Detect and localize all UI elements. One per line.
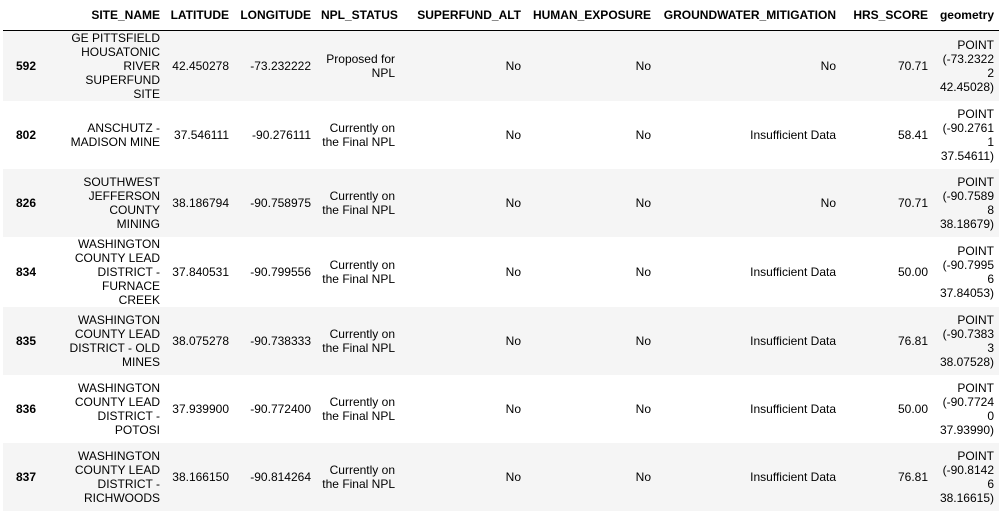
cell-npl-status: Currently on the Final NPL bbox=[316, 169, 400, 237]
header-index bbox=[3, 0, 63, 31]
cell-site-name: ANSCHUTZ - MADISON MINE bbox=[63, 101, 165, 169]
cell-site-name: WASHINGTON COUNTY LEAD DISTRICT - RICHWO… bbox=[63, 443, 165, 511]
cell-site-name: SOUTHWEST JEFFERSON COUNTY MINING bbox=[63, 169, 165, 237]
row-index: 835 bbox=[3, 307, 63, 375]
table-row: 836 WASHINGTON COUNTY LEAD DISTRICT - PO… bbox=[3, 375, 999, 443]
cell-npl-status: Currently on the Final NPL bbox=[316, 443, 400, 511]
table-row: 835 WASHINGTON COUNTY LEAD DISTRICT - OL… bbox=[3, 307, 999, 375]
cell-hrs-score: 76.81 bbox=[841, 307, 933, 375]
cell-superfund-alt: No bbox=[400, 307, 526, 375]
cell-longitude: -90.276111 bbox=[234, 101, 316, 169]
cell-longitude: -90.738333 bbox=[234, 307, 316, 375]
row-index: 802 bbox=[3, 101, 63, 169]
row-index: 826 bbox=[3, 169, 63, 237]
header-human-exposure: HUMAN_EXPOSURE bbox=[526, 0, 656, 31]
cell-longitude: -90.758975 bbox=[234, 169, 316, 237]
cell-longitude: -90.799556 bbox=[234, 237, 316, 307]
table-body: 592 GE PITTSFIELD HOUSATONIC RIVER SUPER… bbox=[3, 31, 999, 511]
cell-human-exposure: No bbox=[526, 443, 656, 511]
cell-longitude: -73.232222 bbox=[234, 31, 316, 102]
header-latitude: LATITUDE bbox=[165, 0, 234, 31]
cell-superfund-alt: No bbox=[400, 237, 526, 307]
row-index: 837 bbox=[3, 443, 63, 511]
cell-hrs-score: 50.00 bbox=[841, 237, 933, 307]
cell-longitude: -90.814264 bbox=[234, 443, 316, 511]
table-header: SITE_NAME LATITUDE LONGITUDE NPL_STATUS … bbox=[3, 0, 999, 31]
cell-site-name: WASHINGTON COUNTY LEAD DISTRICT - OLD MI… bbox=[63, 307, 165, 375]
cell-geometry: POINT (-90.81426 38.16615) bbox=[933, 443, 999, 511]
cell-geometry: POINT (-90.75898 38.18679) bbox=[933, 169, 999, 237]
cell-human-exposure: No bbox=[526, 101, 656, 169]
cell-superfund-alt: No bbox=[400, 31, 526, 102]
table-row: 592 GE PITTSFIELD HOUSATONIC RIVER SUPER… bbox=[3, 31, 999, 102]
cell-latitude: 37.546111 bbox=[165, 101, 234, 169]
cell-human-exposure: No bbox=[526, 31, 656, 102]
header-row: SITE_NAME LATITUDE LONGITUDE NPL_STATUS … bbox=[3, 0, 999, 31]
cell-latitude: 37.840531 bbox=[165, 237, 234, 307]
cell-hrs-score: 70.71 bbox=[841, 169, 933, 237]
cell-superfund-alt: No bbox=[400, 101, 526, 169]
cell-superfund-alt: No bbox=[400, 375, 526, 443]
cell-npl-status: Currently on the Final NPL bbox=[316, 237, 400, 307]
cell-geometry: POINT (-90.73833 38.07528) bbox=[933, 307, 999, 375]
cell-human-exposure: No bbox=[526, 375, 656, 443]
cell-site-name: WASHINGTON COUNTY LEAD DISTRICT - POTOSI bbox=[63, 375, 165, 443]
cell-npl-status: Currently on the Final NPL bbox=[316, 101, 400, 169]
row-index: 592 bbox=[3, 31, 63, 102]
cell-groundwater-mitigation: Insufficient Data bbox=[656, 443, 841, 511]
header-npl-status: NPL_STATUS bbox=[316, 0, 400, 31]
cell-npl-status: Proposed for NPL bbox=[316, 31, 400, 102]
cell-geometry: POINT (-73.23222 42.45028) bbox=[933, 31, 999, 102]
cell-hrs-score: 50.00 bbox=[841, 375, 933, 443]
row-index: 834 bbox=[3, 237, 63, 307]
cell-geometry: POINT (-90.77240 37.93990) bbox=[933, 375, 999, 443]
cell-geometry: POINT (-90.79956 37.84053) bbox=[933, 237, 999, 307]
cell-latitude: 38.186794 bbox=[165, 169, 234, 237]
cell-npl-status: Currently on the Final NPL bbox=[316, 375, 400, 443]
row-index: 836 bbox=[3, 375, 63, 443]
cell-groundwater-mitigation: No bbox=[656, 169, 841, 237]
cell-human-exposure: No bbox=[526, 237, 656, 307]
header-superfund-alt: SUPERFUND_ALT bbox=[400, 0, 526, 31]
cell-hrs-score: 76.81 bbox=[841, 443, 933, 511]
cell-hrs-score: 58.41 bbox=[841, 101, 933, 169]
cell-groundwater-mitigation: Insufficient Data bbox=[656, 307, 841, 375]
table-row: 834 WASHINGTON COUNTY LEAD DISTRICT - FU… bbox=[3, 237, 999, 307]
cell-human-exposure: No bbox=[526, 169, 656, 237]
header-hrs-score: HRS_SCORE bbox=[841, 0, 933, 31]
cell-groundwater-mitigation: Insufficient Data bbox=[656, 375, 841, 443]
cell-superfund-alt: No bbox=[400, 443, 526, 511]
header-longitude: LONGITUDE bbox=[234, 0, 316, 31]
cell-npl-status: Currently on the Final NPL bbox=[316, 307, 400, 375]
cell-latitude: 37.939900 bbox=[165, 375, 234, 443]
cell-geometry: POINT (-90.27611 37.54611) bbox=[933, 101, 999, 169]
table-row: 826 SOUTHWEST JEFFERSON COUNTY MINING 38… bbox=[3, 169, 999, 237]
cell-superfund-alt: No bbox=[400, 169, 526, 237]
header-groundwater-mitigation: GROUNDWATER_MITIGATION bbox=[656, 0, 841, 31]
header-site-name: SITE_NAME bbox=[63, 0, 165, 31]
cell-longitude: -90.772400 bbox=[234, 375, 316, 443]
cell-site-name: WASHINGTON COUNTY LEAD DISTRICT - FURNAC… bbox=[63, 237, 165, 307]
cell-latitude: 42.450278 bbox=[165, 31, 234, 102]
table-row: 837 WASHINGTON COUNTY LEAD DISTRICT - RI… bbox=[3, 443, 999, 511]
cell-latitude: 38.075278 bbox=[165, 307, 234, 375]
header-geometry: geometry bbox=[933, 0, 999, 31]
cell-latitude: 38.166150 bbox=[165, 443, 234, 511]
cell-human-exposure: No bbox=[526, 307, 656, 375]
table-row: 802 ANSCHUTZ - MADISON MINE 37.546111 -9… bbox=[3, 101, 999, 169]
cell-groundwater-mitigation: No bbox=[656, 31, 841, 102]
cell-site-name: GE PITTSFIELD HOUSATONIC RIVER SUPERFUND… bbox=[63, 31, 165, 102]
cell-groundwater-mitigation: Insufficient Data bbox=[656, 237, 841, 307]
dataframe-output: SITE_NAME LATITUDE LONGITUDE NPL_STATUS … bbox=[0, 0, 1000, 511]
cell-groundwater-mitigation: Insufficient Data bbox=[656, 101, 841, 169]
cell-hrs-score: 70.71 bbox=[841, 31, 933, 102]
dataframe-table: SITE_NAME LATITUDE LONGITUDE NPL_STATUS … bbox=[3, 0, 999, 511]
